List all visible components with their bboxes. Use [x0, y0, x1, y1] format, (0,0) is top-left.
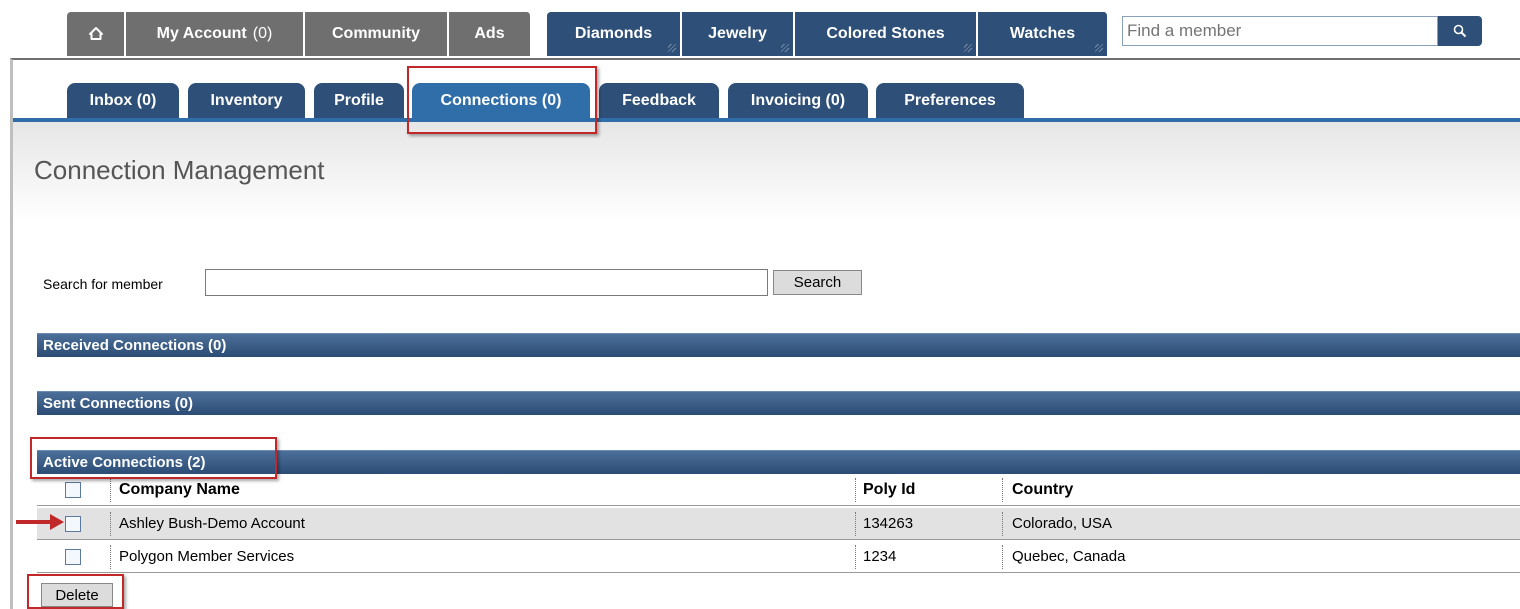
home-tab[interactable] — [67, 12, 125, 56]
tab-preferences[interactable]: Preferences — [876, 83, 1024, 119]
row-checkbox[interactable] — [65, 515, 81, 532]
company-name-cell: Polygon Member Services — [119, 548, 295, 565]
jewelry-tab[interactable]: Jewelry — [682, 12, 794, 56]
table-row: Polygon Member Services 1234 Quebec, Can… — [37, 541, 1520, 573]
ads-label: Ads — [474, 25, 505, 42]
poly-id-cell: 1234 — [863, 548, 897, 565]
watches-label: Watches — [1009, 25, 1076, 42]
tab-feedback[interactable]: Feedback — [599, 83, 719, 119]
colored-stones-tab[interactable]: Colored Stones — [795, 12, 977, 56]
column-header-poly-id: Poly Id — [863, 480, 916, 498]
my-account-label: My Account — [156, 25, 247, 42]
dropdown-grip-icon — [964, 44, 972, 52]
dropdown-grip-icon — [668, 44, 676, 52]
tab-profile[interactable]: Profile — [314, 83, 404, 119]
search-icon — [1453, 24, 1467, 38]
country-cell: Quebec, Canada — [1012, 548, 1126, 565]
community-label: Community — [332, 25, 420, 42]
tab-inbox[interactable]: Inbox (0) — [67, 83, 179, 119]
page-title: Connection Management — [34, 155, 325, 185]
watches-tab[interactable]: Watches — [978, 12, 1108, 56]
diamonds-tab[interactable]: Diamonds — [547, 12, 681, 56]
row-checkbox[interactable] — [65, 548, 81, 565]
tab-inventory[interactable]: Inventory — [188, 83, 305, 119]
tab-invoicing[interactable]: Invoicing (0) — [728, 83, 868, 119]
annotation-highlight-active-connections — [30, 437, 277, 479]
poly-id-cell: 134263 — [863, 515, 914, 532]
company-name-cell: Ashley Bush-Demo Account — [119, 515, 305, 532]
jewelry-label: Jewelry — [708, 25, 767, 42]
search-button[interactable]: Search — [773, 270, 862, 295]
annotation-highlight-connections-tab — [407, 66, 597, 134]
my-account-count: (0) — [252, 25, 273, 42]
my-account-tab[interactable]: My Account (0) — [126, 12, 304, 56]
top-navigation: My Account (0) Community Ads Diamonds Je… — [0, 0, 1520, 60]
dropdown-grip-icon — [1095, 44, 1103, 52]
annotation-arrow-icon — [16, 514, 64, 530]
table-row: Ashley Bush-Demo Account 134263 Colorado… — [37, 508, 1520, 540]
sent-connections-header[interactable]: Sent Connections (0) — [37, 391, 1520, 415]
home-icon — [88, 27, 103, 40]
find-member-button[interactable] — [1438, 16, 1482, 46]
received-connections-header[interactable]: Received Connections (0) — [37, 333, 1520, 357]
ads-tab[interactable]: Ads — [449, 12, 531, 56]
member-search-input[interactable] — [205, 269, 768, 296]
country-cell: Colorado, USA — [1012, 515, 1113, 532]
community-tab[interactable]: Community — [305, 12, 448, 56]
annotation-highlight-delete-button — [27, 574, 124, 609]
dropdown-grip-icon — [781, 44, 789, 52]
search-label: Search for member — [43, 276, 163, 292]
find-member-input[interactable] — [1122, 16, 1438, 46]
diamonds-label: Diamonds — [574, 25, 653, 42]
select-all-checkbox[interactable] — [65, 481, 81, 498]
colored-stones-label: Colored Stones — [826, 25, 945, 42]
column-header-country: Country — [1012, 480, 1074, 498]
